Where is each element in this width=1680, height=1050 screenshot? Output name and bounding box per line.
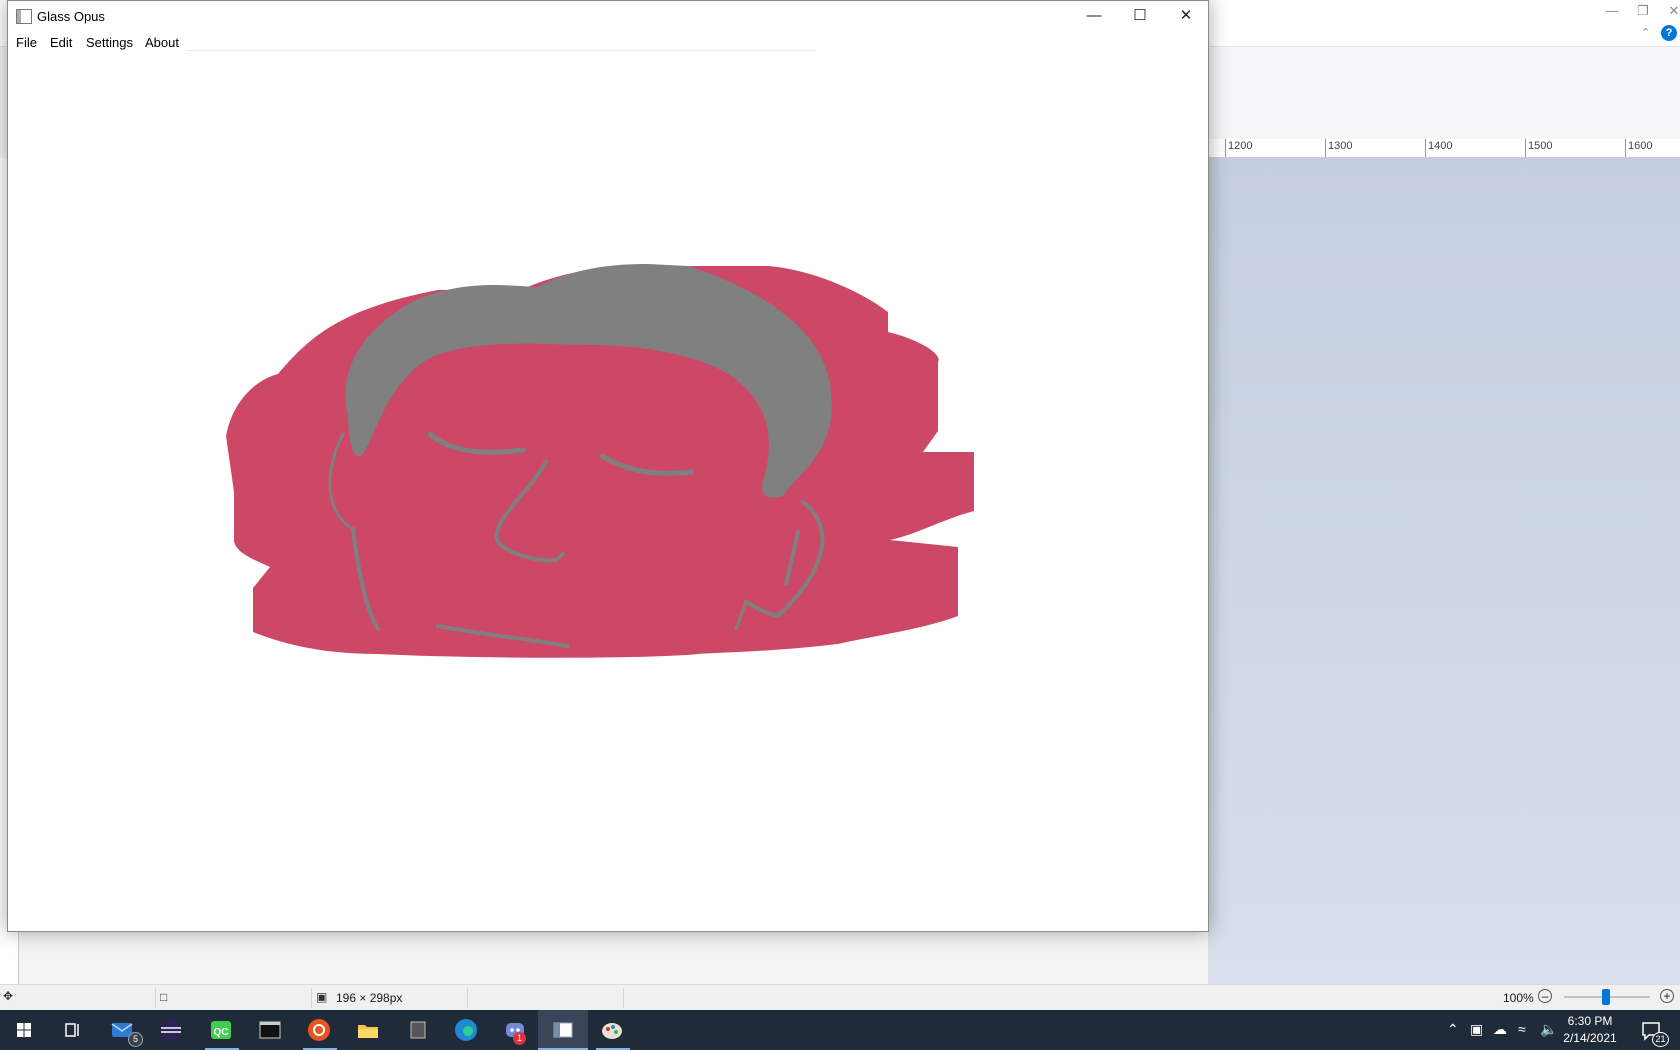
ruler-label: 1400 [1428, 140, 1453, 152]
time: 6:30 PM [1567, 1014, 1613, 1028]
titlebar: Glass Opus — ☐ ✕ [8, 1, 1208, 31]
file-explorer-icon[interactable] [354, 1016, 382, 1044]
app-icon[interactable] [404, 1016, 432, 1044]
minimize-button[interactable]: — [1071, 1, 1117, 31]
zoom-level: 100% [1503, 991, 1534, 1005]
ruler-label: 1200 [1228, 140, 1253, 152]
mail-badge: 5 [128, 1032, 143, 1047]
ruler-label: 1500 [1528, 140, 1553, 152]
close-button[interactable]: ✕ [1163, 1, 1209, 31]
artwork [226, 264, 974, 658]
menu-file[interactable]: File [16, 35, 37, 50]
maximize-button[interactable]: ☐ [1117, 1, 1163, 31]
collapse-ribbon-icon[interactable]: ⌃ [1641, 26, 1650, 39]
discord-badge: 1 [513, 1032, 526, 1045]
zoom-slider-thumb[interactable] [1602, 989, 1610, 1005]
show-hidden-icons[interactable]: ⌃ [1447, 1021, 1459, 1038]
taskbar: 5 QC 1 ⌃ ▣ ☁ ≈ 🔈 6:30 PM 2/14/2021 21 [0, 1010, 1680, 1050]
selection-size: 196 × 298px [336, 991, 403, 1005]
horizontal-ruler: 1200 1300 1400 1500 1600 [1208, 139, 1680, 158]
eclipse-icon[interactable] [157, 1016, 185, 1044]
zoom-in-button[interactable]: + [1660, 989, 1674, 1003]
zoom-out-button[interactable]: – [1538, 989, 1552, 1003]
background-canvas [1208, 158, 1680, 984]
selection-icon: □ [160, 990, 168, 1004]
onedrive-icon[interactable]: ☁ [1493, 1021, 1507, 1038]
svg-text:QC: QC [214, 1027, 229, 1038]
menu-edit[interactable]: Edit [50, 35, 72, 50]
date: 2/14/2021 [1563, 1031, 1617, 1045]
background-ribbon [1208, 47, 1680, 140]
menu-divider [186, 50, 816, 51]
windows-start-icon[interactable] [10, 1016, 38, 1044]
size-icon: ▣ [316, 990, 328, 1004]
help-icon[interactable]: ? [1661, 25, 1677, 41]
move-icon: ✥ [3, 989, 14, 1003]
drawing-canvas[interactable] [8, 54, 1208, 931]
meet-now-icon[interactable]: ▣ [1470, 1021, 1483, 1038]
app-icon [16, 9, 32, 24]
menu-about[interactable]: About [145, 35, 179, 50]
wifi-icon[interactable]: ≈ [1518, 1021, 1526, 1037]
terminal-icon[interactable] [256, 1016, 284, 1044]
menu-settings[interactable]: Settings [86, 35, 133, 50]
paint-icon[interactable] [598, 1016, 626, 1044]
glass-opus-window: Glass Opus — ☐ ✕ File Edit Settings Abou… [7, 0, 1209, 932]
glass-opus-icon[interactable] [549, 1016, 577, 1044]
bg-close-button[interactable]: ✕ [1651, 0, 1680, 22]
window-title: Glass Opus [37, 9, 105, 24]
task-view-icon[interactable] [58, 1016, 86, 1044]
ruler-label: 1300 [1328, 140, 1353, 152]
qt-creator-icon[interactable]: QC [207, 1016, 235, 1044]
notifications-badge: 21 [1652, 1032, 1669, 1047]
ubuntu-icon[interactable] [305, 1016, 333, 1044]
ruler-label: 1600 [1628, 140, 1653, 152]
edge-icon[interactable] [452, 1016, 480, 1044]
status-bar: ✥ □ ▣ 196 × 298px 100% – + [0, 984, 1680, 1011]
clock[interactable]: 6:30 PM 2/14/2021 [1555, 1013, 1625, 1047]
